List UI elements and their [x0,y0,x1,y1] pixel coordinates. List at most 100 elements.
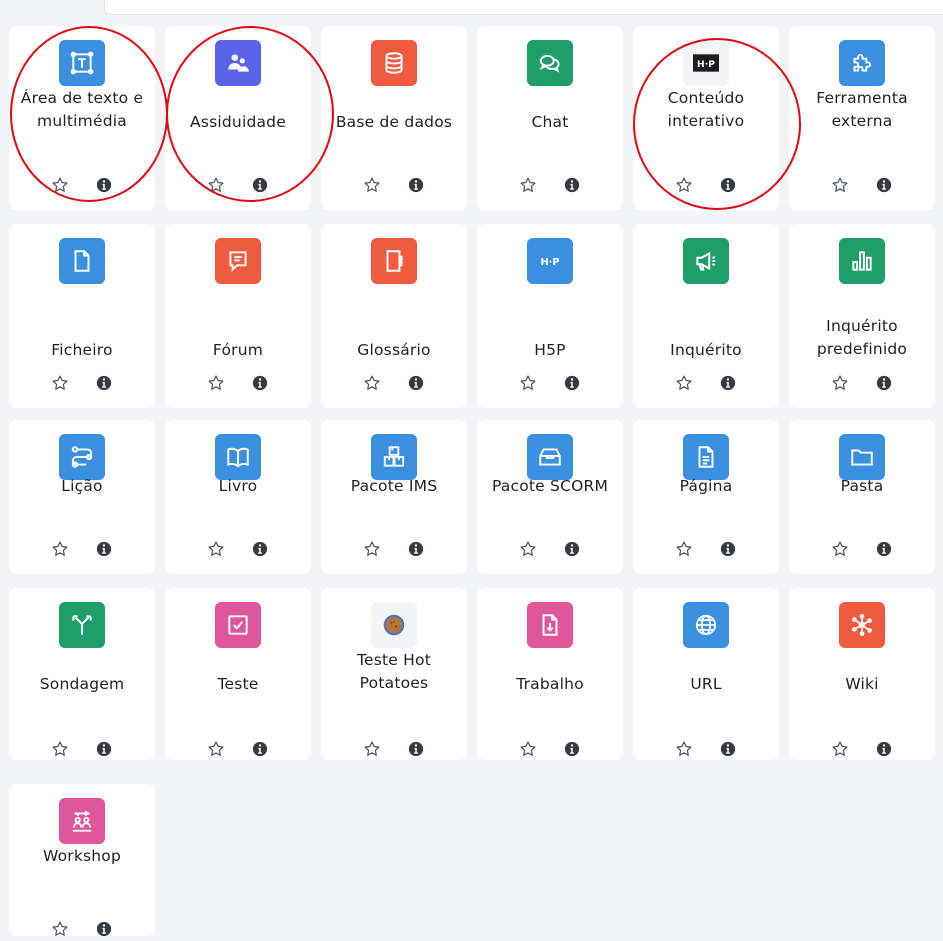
info-icon[interactable] [563,176,581,194]
activity-label: Base de dados [335,113,453,131]
activity-tile-bar-chart[interactable]: Inquérito predefinido [789,224,935,408]
star-icon[interactable] [51,374,69,392]
activity-tile-lesson[interactable]: Lição [9,420,155,574]
info-icon[interactable] [875,176,893,194]
info-icon[interactable] [95,920,113,938]
activity-tile-workshop[interactable]: Workshop [9,784,155,938]
activity-tile-scorm-package[interactable]: Pacote SCORM [477,420,623,574]
info-icon[interactable] [251,540,269,558]
info-icon[interactable] [875,540,893,558]
activity-tile-book[interactable]: Livro [165,420,311,574]
star-icon[interactable] [363,374,381,392]
activity-tile-choice[interactable]: Sondagem [9,588,155,760]
activity-label: H5P [534,341,566,359]
star-icon[interactable] [831,740,849,758]
activity-tile-forum[interactable]: Fórum [165,224,311,408]
star-icon[interactable] [675,176,693,194]
folder-icon [839,434,885,480]
activity-tile-ims-package[interactable]: Pacote IMS [321,420,467,574]
activity-tile-quiz[interactable]: Teste [165,588,311,760]
svg-text:H·P: H·P [540,257,559,268]
activity-label: Pacote SCORM [491,477,609,495]
star-icon[interactable] [519,374,537,392]
activity-tile-folder[interactable]: Pasta [789,420,935,574]
info-icon[interactable] [95,740,113,758]
tile-actions [477,176,623,194]
info-icon[interactable] [95,176,113,194]
scorm-package-icon [527,434,573,480]
info-icon[interactable] [875,740,893,758]
star-icon[interactable] [363,740,381,758]
activity-tile-text-area[interactable]: Área de texto e multimédia [9,26,155,210]
activity-tile-chat[interactable]: Chat [477,26,623,210]
activity-tile-glossary[interactable]: Glossário [321,224,467,408]
tile-actions [9,540,155,558]
info-icon[interactable] [251,176,269,194]
activity-tile-file[interactable]: Ficheiro [9,224,155,408]
star-icon[interactable] [51,920,69,938]
activity-tile-hot-potatoes[interactable]: Teste Hot Potatoes [321,588,467,760]
activity-tile-globe[interactable]: URL [633,588,779,760]
star-icon[interactable] [51,540,69,558]
info-icon[interactable] [719,740,737,758]
star-icon[interactable] [675,740,693,758]
star-icon[interactable] [519,540,537,558]
tile-actions [789,540,935,558]
activity-tile-database[interactable]: Base de dados [321,26,467,210]
activity-tile-wiki[interactable]: Wiki [789,588,935,760]
info-icon[interactable] [95,374,113,392]
activity-label: Página [679,477,733,495]
star-icon[interactable] [207,176,225,194]
activity-label: Ficheiro [51,341,113,359]
star-icon[interactable] [363,176,381,194]
tile-actions [321,540,467,558]
info-icon[interactable] [719,540,737,558]
tile-actions [9,920,155,938]
activity-label: Ferramenta externa [816,89,908,130]
wiki-icon [839,602,885,648]
info-icon[interactable] [251,740,269,758]
quiz-icon [215,602,261,648]
puzzle-icon [839,40,885,86]
star-icon[interactable] [51,740,69,758]
star-icon[interactable] [519,740,537,758]
info-icon[interactable] [563,374,581,392]
star-icon[interactable] [831,540,849,558]
star-icon[interactable] [831,176,849,194]
info-icon[interactable] [251,374,269,392]
attendance-icon [215,40,261,86]
activity-tile-puzzle[interactable]: Ferramenta externa [789,26,935,210]
info-icon[interactable] [407,740,425,758]
info-icon[interactable] [719,374,737,392]
info-icon[interactable] [563,740,581,758]
star-icon[interactable] [207,740,225,758]
activity-tile-page[interactable]: Página [633,420,779,574]
star-icon[interactable] [675,540,693,558]
database-icon [371,40,417,86]
info-icon[interactable] [407,374,425,392]
info-icon[interactable] [875,374,893,392]
star-icon[interactable] [675,374,693,392]
star-icon[interactable] [51,176,69,194]
activity-tile-attendance[interactable]: Assiduidade [165,26,311,210]
text-area-icon [59,40,105,86]
info-icon[interactable] [95,540,113,558]
tile-actions [633,176,779,194]
info-icon[interactable] [407,176,425,194]
activity-tile-h5p-logo[interactable]: H·P Conteúdo interativo [633,26,779,210]
star-icon[interactable] [363,540,381,558]
star-icon[interactable] [207,540,225,558]
info-icon[interactable] [407,540,425,558]
star-icon[interactable] [207,374,225,392]
info-icon[interactable] [563,540,581,558]
star-icon[interactable] [831,374,849,392]
assignment-icon [527,602,573,648]
file-icon [59,238,105,284]
activity-tile-megaphone[interactable]: Inquérito [633,224,779,408]
tile-actions [633,540,779,558]
info-icon[interactable] [719,176,737,194]
activity-tile-assignment[interactable]: Trabalho [477,588,623,760]
activity-label: Pasta [840,477,884,495]
activity-tile-h5p[interactable]: H·P H5P [477,224,623,408]
star-icon[interactable] [519,176,537,194]
